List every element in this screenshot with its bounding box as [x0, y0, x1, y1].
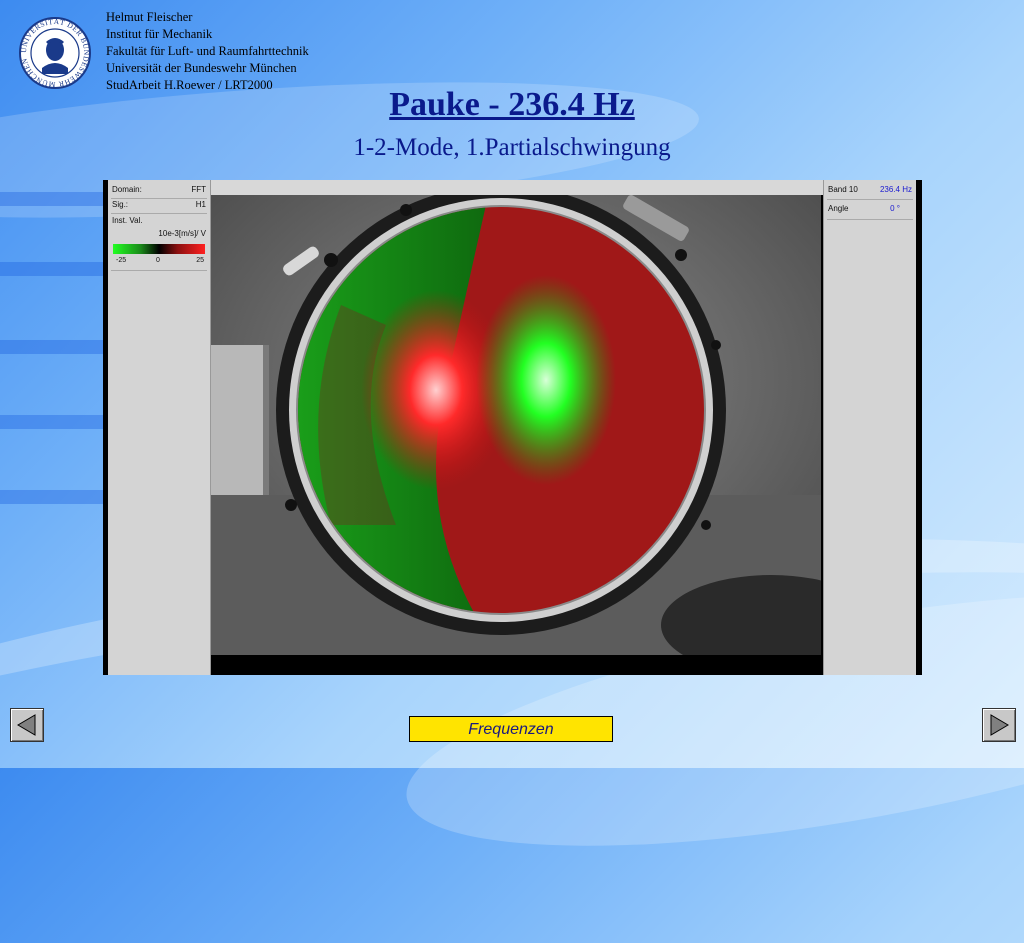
measurement-screenshot: Domain: FFT Sig.: H1 Inst. Val. 10e-3[m/s]… — [103, 180, 922, 675]
band-info-panel: Band 10 236.4 Hz Angle 0 ° — [823, 180, 916, 675]
background-stripe — [0, 192, 104, 206]
next-slide-button[interactable] — [982, 708, 1016, 742]
band-label: Band 10 — [828, 185, 858, 194]
domain-value: FFT — [191, 185, 206, 194]
institute-name: Institut für Mechanik — [106, 27, 213, 41]
author-info: Helmut Fleischer Institut für Mechanik F… — [106, 9, 309, 94]
faculty-name: Fakultät für Luft- und Raumfahrttechnik — [106, 44, 309, 58]
angle-label: Angle — [828, 204, 849, 213]
viewport-top-strip — [211, 180, 823, 195]
scale-mid-label: 0 — [156, 257, 160, 264]
author-name: Helmut Fleischer — [106, 10, 193, 24]
background-stripe — [0, 490, 104, 504]
slide-title: Pauke - 236.4 Hz — [389, 86, 635, 123]
background-stripe — [0, 262, 104, 276]
color-scale-bar — [113, 244, 205, 254]
unit-label: 10e-3[m/s]/ V — [158, 229, 206, 238]
triangle-left-icon — [17, 714, 36, 736]
university-name: Universität der Bundeswehr München — [106, 61, 297, 75]
triangle-right-icon — [990, 714, 1009, 736]
measurement-info-panel: Domain: FFT Sig.: H1 Inst. Val. 10e-3[m/s]… — [108, 180, 211, 675]
background-stripe — [0, 340, 104, 354]
domain-label: Domain: — [112, 185, 142, 194]
frequencies-button[interactable]: Frequenzen — [409, 716, 613, 742]
background-stripe — [0, 415, 104, 429]
band-value: 236.4 Hz — [879, 185, 912, 194]
angle-value: 0 ° — [890, 204, 900, 213]
signal-value: H1 — [195, 200, 206, 209]
vibration-image — [211, 195, 821, 655]
scale-max-label: 25 — [196, 257, 204, 264]
inst-val-label: Inst. Val. — [112, 216, 143, 225]
signal-label: Sig.: — [112, 200, 129, 209]
slide-subtitle: 1-2-Mode, 1.Partialschwingung — [353, 134, 671, 161]
university-seal-logo: UNIVERSITÄT DER BUNDESWEHR MÜNCHEN — [18, 16, 92, 90]
previous-slide-button[interactable] — [10, 708, 44, 742]
scale-min-label: -25 — [116, 257, 127, 264]
